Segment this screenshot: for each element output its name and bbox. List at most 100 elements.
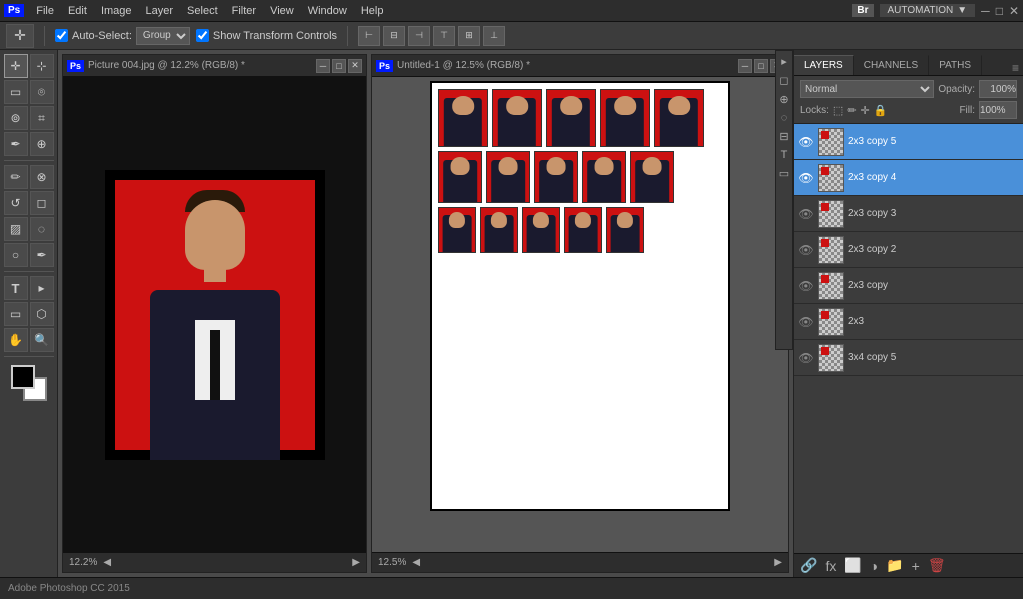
align-middle-btn[interactable]: ⊞ [458,26,480,46]
menu-help[interactable]: Help [355,3,390,19]
close-button[interactable]: ✕ [1009,4,1019,18]
quick-select-tool[interactable]: ⊚ [4,106,28,130]
3d-tool[interactable]: ⬡ [30,302,54,326]
group-btn[interactable]: 📁 [886,557,903,574]
layer-visibility-toggle[interactable]: 👁 [798,171,814,185]
align-left-btn[interactable]: ⊢ [358,26,380,46]
spot-heal-tool[interactable]: ⊕ [30,132,54,156]
align-right-btn[interactable]: ⊣ [408,26,430,46]
layer-item[interactable]: 👁3x4 copy 5 [794,340,1023,376]
layer-visibility-toggle[interactable]: 👁 [798,243,814,257]
restore-button[interactable]: □ [996,4,1003,18]
doc-photo-nav-right[interactable]: ▶ [352,557,360,568]
fx-btn[interactable]: fx [825,558,836,574]
doc-untitled-maximize[interactable]: □ [754,59,768,73]
workspace-selector[interactable]: AUTOMATION ▼ [880,4,976,17]
blur-tool[interactable]: ◌ [30,217,54,241]
show-transform-checkbox[interactable] [196,29,209,42]
new-layer-btn[interactable]: + [912,558,920,574]
crop-tool[interactable]: ⌗ [30,106,54,130]
layer-item[interactable]: 👁2x3 copy 3 [794,196,1023,232]
layer-visibility-toggle[interactable]: 👁 [798,135,814,149]
menu-layer[interactable]: Layer [140,3,180,19]
panel-tool-5[interactable]: ⊟ [779,130,788,143]
align-top-btn[interactable]: ⊤ [433,26,455,46]
eraser-tool[interactable]: ◻ [30,191,54,215]
panel-tool-7[interactable]: ▭ [779,167,789,180]
doc-photo-minimize[interactable]: ─ [316,59,330,73]
zoom-tool[interactable]: 🔍 [30,328,54,352]
tab-channels[interactable]: CHANNELS [854,55,929,75]
history-brush-tool[interactable]: ↺ [4,191,28,215]
menu-filter[interactable]: Filter [226,3,262,19]
move-tool-icon[interactable]: ✛ [6,24,34,48]
lock-all-icon[interactable]: 🔒 [874,104,888,117]
move-tool[interactable]: ✛ [4,54,28,78]
menu-view[interactable]: View [264,3,300,19]
tab-paths[interactable]: PATHS [929,55,982,75]
adjustment-btn[interactable]: ◑ [870,558,878,574]
lock-image-icon[interactable]: ✏ [847,104,856,117]
doc-untitled-minimize[interactable]: ─ [738,59,752,73]
lock-position-icon[interactable]: ✛ [861,104,870,117]
tab-layers[interactable]: LAYERS [794,55,854,75]
menu-select[interactable]: Select [181,3,224,19]
doc-photo-content[interactable] [63,77,366,552]
artboard-tool[interactable]: ⊹ [30,54,54,78]
panel-tool-6[interactable]: T [781,149,788,161]
auto-select-checkbox[interactable] [55,29,68,42]
layer-visibility-toggle[interactable]: 👁 [798,351,814,365]
clone-tool[interactable]: ⊗ [30,165,54,189]
fill-input[interactable] [979,101,1017,119]
panel-menu-icon[interactable]: ≡ [1008,61,1023,75]
align-center-h-btn[interactable]: ⊟ [383,26,405,46]
menu-image[interactable]: Image [95,3,138,19]
lasso-tool[interactable]: ⌾ [30,80,54,104]
menu-edit[interactable]: Edit [62,3,93,19]
blend-mode-select[interactable]: Normal Multiply Screen [800,80,934,98]
dodge-tool[interactable]: ○ [4,243,28,267]
layer-item[interactable]: 👁2x3 copy 2 [794,232,1023,268]
auto-select-dropdown[interactable]: Group Layer [136,27,190,45]
type-tool[interactable]: T [4,276,28,300]
delete-layer-btn[interactable]: 🗑 [928,557,946,574]
panel-tool-1[interactable]: ▸ [781,55,787,68]
foreground-color-swatch[interactable] [11,365,35,389]
hand-tool[interactable]: ✋ [4,328,28,352]
panel-tool-3[interactable]: ⊕ [779,93,788,106]
layer-item[interactable]: 👁2x3 [794,304,1023,340]
layers-list[interactable]: 👁2x3 copy 5👁2x3 copy 4👁2x3 copy 3👁2x3 co… [794,124,1023,553]
lock-transparent-icon[interactable]: ⬚ [833,104,843,117]
panel-tool-2[interactable]: ◻ [779,74,788,87]
pen-tool[interactable]: ✒ [30,243,54,267]
rect-tool[interactable]: ▭ [4,302,28,326]
doc-untitled-content[interactable] [372,77,788,552]
opacity-input[interactable] [979,80,1017,98]
panel-tool-4[interactable]: ◌ [781,112,788,124]
path-select-tool[interactable]: ▸ [30,276,54,300]
menu-file[interactable]: File [30,3,60,19]
link-layers-btn[interactable]: 🔗 [800,557,817,574]
layer-item[interactable]: 👁2x3 copy [794,268,1023,304]
marquee-tool[interactable]: ▭ [4,80,28,104]
layer-item[interactable]: 👁2x3 copy 4 [794,160,1023,196]
bridge-button[interactable]: Br [852,4,873,17]
align-bottom-btn[interactable]: ⊥ [483,26,505,46]
menu-window[interactable]: Window [302,3,353,19]
mask-btn[interactable]: ⬜ [844,557,861,574]
layer-visibility-toggle[interactable]: 👁 [798,315,814,329]
eyedropper-tool[interactable]: ✒ [4,132,28,156]
doc-photo-nav-left[interactable]: ◀ [103,557,111,568]
layer-visibility-toggle[interactable]: 👁 [798,207,814,221]
gradient-tool[interactable]: ▨ [4,217,28,241]
doc-untitled-nav-right[interactable]: ▶ [774,557,782,568]
brush-tool[interactable]: ✏ [4,165,28,189]
tool-row-10: ▭ ⬡ [4,302,54,326]
doc-photo-close[interactable]: ✕ [348,59,362,73]
thumb-2-5 [630,151,674,203]
doc-untitled-nav-left[interactable]: ◀ [412,557,420,568]
minimize-button[interactable]: ─ [981,4,990,18]
layer-visibility-toggle[interactable]: 👁 [798,279,814,293]
layer-item[interactable]: 👁2x3 copy 5 [794,124,1023,160]
doc-photo-maximize[interactable]: □ [332,59,346,73]
